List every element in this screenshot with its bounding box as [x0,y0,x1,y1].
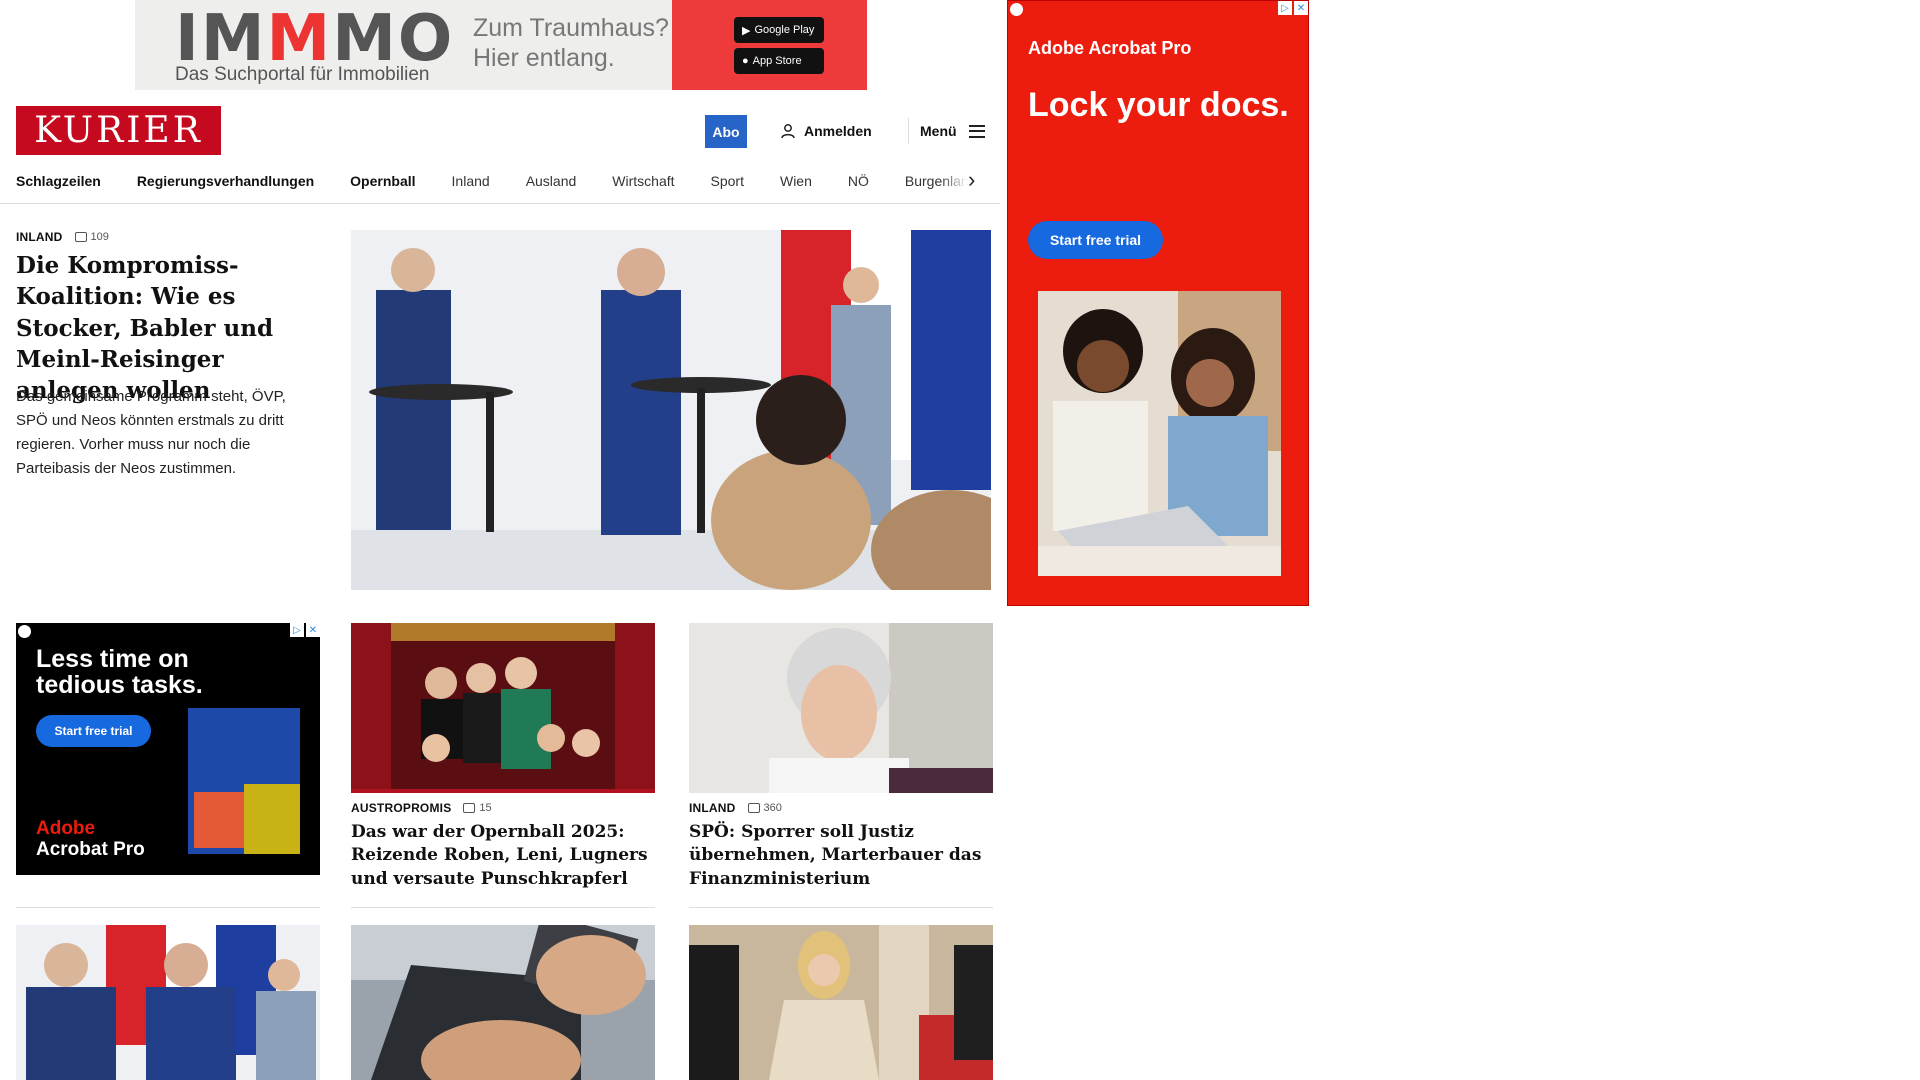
ad-info-icon[interactable]: ▷ [1278,1,1292,15]
header-divider [908,118,909,144]
article-card[interactable]: AUSTROPROMIS 15 Das war der Opernball 20… [351,623,655,891]
comment-icon [463,803,476,813]
app-store-button[interactable]: ● App Store [734,48,824,74]
section-nav: Schlagzeilen Regierungsverhandlungen Ope… [16,165,984,197]
lead-teaser: Das gemeinsame Programm steht, ÖVP, SPÖ … [16,388,286,477]
hamburger-icon [968,124,985,138]
nav-item-ausland[interactable]: Ausland [526,173,577,189]
nav-item-schlagzeilen[interactable]: Schlagzeilen [16,173,101,189]
article-comment-count[interactable]: 15 [463,802,492,814]
nav-item-noe[interactable]: NÖ [848,173,869,189]
lead-comment-count[interactable]: 109 [74,231,109,243]
adchoices-icon[interactable] [18,625,31,638]
ad-headline: Less time on tedious tasks. [36,645,203,700]
press-conference-image [351,230,991,590]
nav-item-wirtschaft[interactable]: Wirtschaft [612,173,674,189]
adchoices-icon[interactable] [1010,3,1023,16]
comment-icon [747,803,760,813]
ad-badge: ▷ ✕ [1278,1,1308,15]
nav-item-opernball[interactable]: Opernball [350,173,415,189]
ad-document-graphic [188,708,300,854]
lead-headline[interactable]: Die Kompromiss-Koalition: Wie es Stocker… [16,250,316,406]
article-meta: INLAND 360 [689,801,993,815]
nav-item-wien[interactable]: Wien [780,173,812,189]
abo-button[interactable]: Abo [705,115,747,148]
close-icon[interactable]: ✕ [306,623,320,637]
article-image[interactable] [351,925,655,1080]
google-play-button[interactable]: ▶ Google Play [734,17,824,43]
nav-item-sport[interactable]: Sport [711,173,744,189]
lead-image[interactable] [351,230,991,590]
top-banner-ad[interactable]: IMMMO Das Suchportal für Immobilien Zum … [135,0,867,90]
ad-brand-product: Acrobat Pro [36,839,145,860]
ad-headline: Lock your docs. [1028,86,1289,124]
article-kicker[interactable]: INLAND [689,801,736,815]
nav-item-inland[interactable]: Inland [452,173,490,189]
ad-tagline: Das Suchportal für Immobilien [175,64,430,85]
article-image[interactable] [689,623,993,793]
article-meta: AUSTROPROMIS 15 [351,801,655,815]
article-card[interactable]: INLAND 360 SPÖ: Sporrer soll Justiz über… [689,623,993,891]
login-button[interactable]: Anmelden [780,118,872,144]
article-image[interactable] [16,925,320,1080]
article-image[interactable] [689,925,993,1080]
article-image[interactable] [351,623,655,793]
side-ad-acrobat[interactable]: ▷ ✕ Adobe Acrobat Pro Lock your docs. St… [1007,0,1309,606]
nav-item-regierungsverhandlungen[interactable]: Regierungsverhandlungen [137,173,314,189]
article-kicker[interactable]: AUSTROPROMIS [351,801,451,815]
ad-info-icon[interactable]: ▷ [290,623,304,637]
article-headline[interactable]: Das war der Opernball 2025: Reizende Rob… [351,821,655,891]
lead-kicker[interactable]: INLAND [16,230,63,244]
row-divider [16,907,320,908]
play-icon: ▶ [742,24,751,37]
ad-claim: Zum Traumhaus? Hier entlang. [473,14,669,72]
apple-icon: ● [742,55,749,67]
ad-badge: ▷ ✕ [290,623,320,637]
menu-button[interactable]: Menü [920,118,985,144]
ad-photo [1038,291,1281,576]
lead-meta: INLAND 109 [16,230,109,244]
user-icon [781,124,795,139]
kurier-logo[interactable]: KURIER [16,106,221,155]
comment-icon [74,232,87,242]
row-divider [351,907,655,908]
close-icon[interactable]: ✕ [1294,1,1308,15]
article-headline[interactable]: SPÖ: Sporrer soll Justiz übernehmen, Mar… [689,821,993,891]
ad-brand-adobe: Adobe [36,818,96,839]
row-divider [689,907,993,908]
nav-divider-line [0,203,1000,204]
chevron-right-icon[interactable]: › [968,167,975,193]
article-comment-count[interactable]: 360 [747,802,782,814]
ad-store-panel: ▶ Google Play ● App Store [672,0,867,90]
start-trial-button[interactable]: Start free trial [1028,221,1163,259]
start-trial-button[interactable]: Start free trial [36,715,151,747]
small-ad-acrobat[interactable]: ▷ ✕ Less time on tedious tasks. Start fr… [16,623,320,875]
ad-brand: Adobe Acrobat Pro [1028,38,1192,58]
